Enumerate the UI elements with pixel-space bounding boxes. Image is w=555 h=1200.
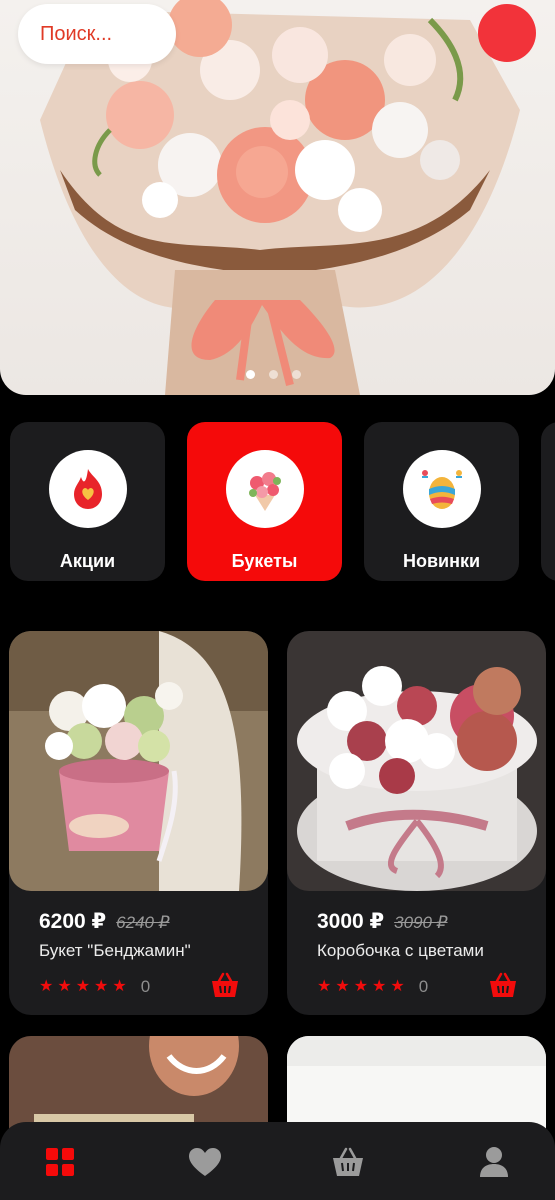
category-new[interactable]: Новинки (364, 422, 519, 581)
category-list: Акции Букеты Новинки (10, 422, 555, 582)
category-label: Букеты (231, 551, 298, 571)
star-icon: ★ (75, 978, 91, 995)
star-icon: ★ (94, 978, 109, 995)
tab-profile[interactable] (476, 1144, 512, 1180)
add-to-cart-icon[interactable] (210, 971, 240, 999)
product-card[interactable]: 3000 ₽ 3090 ₽ Коробочка с цветами ★ ★ ★ … (287, 631, 546, 1015)
rating-count: 0 (418, 977, 429, 996)
profile-icon (480, 1147, 508, 1177)
carousel-dot[interactable] (269, 370, 278, 379)
carousel-indicator (246, 370, 301, 379)
hero-banner[interactable]: Поиск... (0, 0, 555, 395)
gift-egg-icon (402, 450, 481, 528)
product-rating: ★ ★ ★ ★ ★ 0 (317, 977, 428, 997)
star-icon: ★ (317, 978, 332, 995)
product-name: Букет "Бенджамин" (39, 941, 191, 960)
product-old-price: 6240 ₽ (116, 913, 170, 932)
category-bouquets[interactable]: Букеты (187, 422, 342, 581)
category-label: Акции (59, 551, 116, 571)
carousel-dot[interactable] (246, 370, 255, 379)
tab-cart[interactable] (330, 1144, 366, 1180)
product-image (9, 631, 268, 891)
search-placeholder: Поиск... (40, 22, 113, 45)
rating-count: 0 (140, 977, 151, 996)
star-icon: ★ (372, 978, 387, 995)
product-name: Коробочка с цветами (317, 941, 484, 960)
star-icon: ★ (335, 978, 350, 995)
bottom-navigation (0, 1122, 555, 1200)
product-card[interactable]: 6200 ₽ 6240 ₽ Букет "Бенджамин" ★ ★ ★ ★ … (9, 631, 268, 1015)
heart-icon (189, 1148, 221, 1176)
add-to-cart-icon[interactable] (488, 971, 518, 999)
star-icon: ★ (39, 978, 54, 995)
category-promotions[interactable]: Акции (10, 422, 165, 581)
star-icon: ★ (57, 978, 72, 995)
tab-favorites[interactable] (187, 1144, 223, 1180)
search-input[interactable]: Поиск... (18, 4, 176, 64)
bouquet-icon (225, 450, 304, 528)
product-old-price: 3090 ₽ (394, 913, 448, 932)
star-icon: ★ (390, 978, 405, 995)
product-price: 6200 ₽ (39, 910, 107, 933)
flame-heart-icon (48, 450, 127, 528)
catalog-icon (46, 1148, 74, 1176)
category-label: Новинки (402, 551, 481, 571)
product-rating: ★ ★ ★ ★ ★ 0 (39, 977, 150, 997)
product-price: 3000 ₽ (317, 910, 385, 933)
sliders-icon (478, 4, 555, 395)
filter-button[interactable] (478, 4, 536, 62)
tab-catalog[interactable] (42, 1144, 78, 1180)
star-icon: ★ (112, 978, 127, 995)
product-image (287, 631, 546, 891)
basket-icon (333, 1147, 363, 1176)
carousel-dot[interactable] (292, 370, 301, 379)
star-icon: ★ (353, 978, 369, 995)
category-more[interactable] (541, 422, 555, 581)
